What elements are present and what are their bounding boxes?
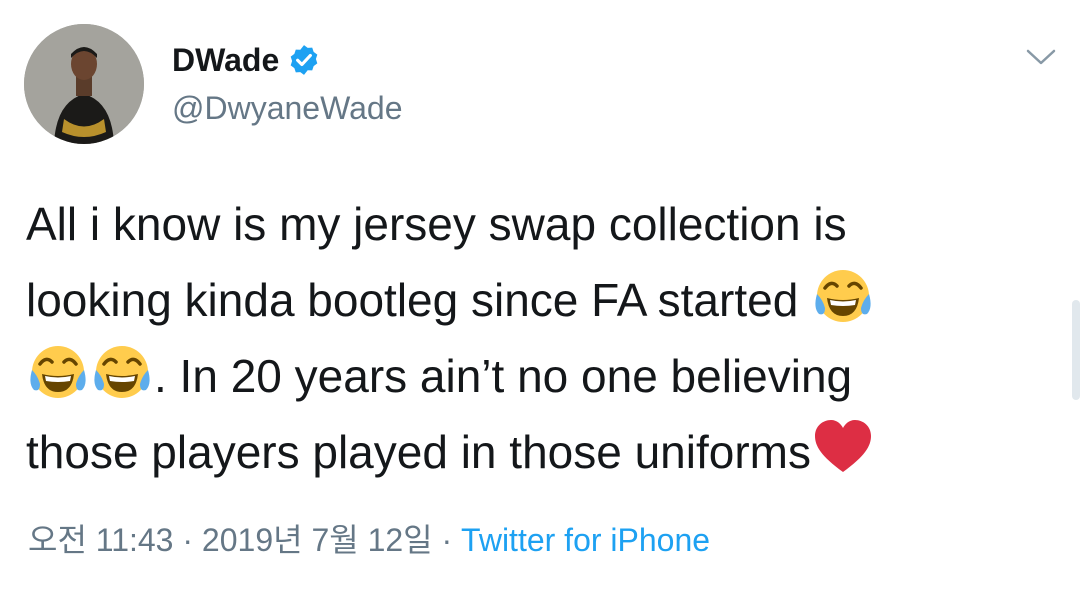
face-with-tears-of-joy-icon xyxy=(26,340,90,404)
scrollbar[interactable] xyxy=(1072,300,1080,400)
face-with-tears-of-joy-icon xyxy=(90,340,154,404)
tweet-text-segment: All i know is my jersey swap collection … xyxy=(26,198,847,326)
avatar[interactable] xyxy=(24,24,144,144)
meta-separator: · xyxy=(432,522,462,558)
user-handle[interactable]: @DwyaneWade xyxy=(172,88,403,128)
tweet-meta: 오전 11:43 · 2019년 7월 12일 · Twitter for iP… xyxy=(28,520,710,560)
user-name-row[interactable]: DWade xyxy=(172,40,321,80)
display-name[interactable]: DWade xyxy=(172,40,279,80)
face-with-tears-of-joy-icon xyxy=(811,264,875,328)
meta-separator: · xyxy=(173,522,202,558)
tweet-date: 2019년 7월 12일 xyxy=(201,522,433,558)
chevron-down-icon[interactable] xyxy=(1022,42,1060,72)
red-heart-icon xyxy=(811,416,875,480)
verified-badge-icon xyxy=(287,43,321,77)
tweet-text: All i know is my jersey swap collection … xyxy=(26,186,1066,490)
tweet-source-link[interactable]: Twitter for iPhone xyxy=(461,522,710,558)
tweet-time: 오전 11:43 xyxy=(28,522,174,558)
